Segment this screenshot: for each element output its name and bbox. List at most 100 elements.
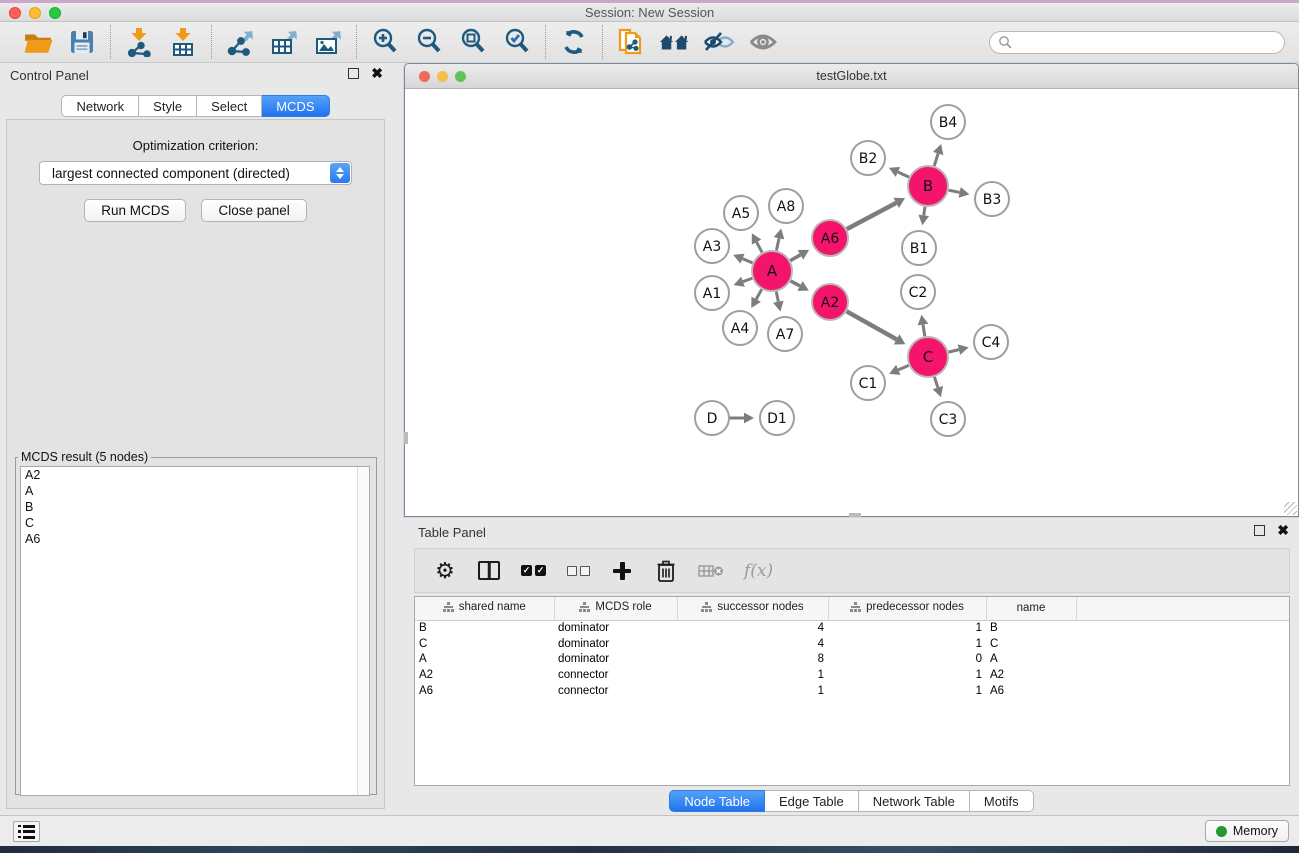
graph-node-A[interactable]: A <box>752 251 792 291</box>
splitter-handle[interactable] <box>404 432 408 444</box>
tab-style[interactable]: Style <box>139 95 197 117</box>
show-column-button[interactable] <box>477 557 501 585</box>
delete-row-button[interactable] <box>654 557 678 585</box>
graph-edge-A-A4[interactable] <box>751 289 761 308</box>
table-cell[interactable]: 1 <box>828 683 986 699</box>
table-cell[interactable]: A2 <box>986 667 1076 683</box>
graph-node-C1[interactable]: C1 <box>851 366 885 400</box>
home-button[interactable] <box>659 26 691 58</box>
graph-edge-B-B4[interactable] <box>933 144 943 166</box>
close-panel-button[interactable]: Close panel <box>201 199 306 222</box>
graph-node-A1[interactable]: A1 <box>695 276 729 310</box>
graph-edge-C-C3[interactable] <box>933 377 943 397</box>
tab-motifs[interactable]: Motifs <box>970 790 1034 812</box>
graph-node-B2[interactable]: B2 <box>851 141 885 175</box>
add-row-button[interactable] <box>610 557 634 585</box>
zoom-out-button[interactable] <box>413 26 445 58</box>
graph-node-A4[interactable]: A4 <box>723 311 757 345</box>
export-table-button[interactable] <box>268 26 300 58</box>
network-window-titlebar[interactable]: testGlobe.txt <box>405 64 1298 89</box>
graph-node-C4[interactable]: C4 <box>974 325 1008 359</box>
close-panel-icon[interactable]: ✖ <box>1277 525 1289 536</box>
column-header-successor-nodes[interactable]: successor nodes <box>677 597 828 620</box>
graph-edge-D-D1[interactable] <box>730 413 754 424</box>
graph-edge-A-A1[interactable] <box>734 277 753 287</box>
table-cell[interactable]: 4 <box>677 636 828 652</box>
table-cell[interactable]: 1 <box>677 667 828 683</box>
show-graphics-button[interactable] <box>747 26 779 58</box>
graph-edge-A-A8[interactable] <box>774 228 785 250</box>
column-header-shared-name[interactable]: shared name <box>415 597 554 620</box>
zoom-in-button[interactable] <box>369 26 401 58</box>
graph-edge-B-B2[interactable] <box>889 167 909 177</box>
table-cell[interactable]: A <box>986 652 1076 668</box>
tab-mcds[interactable]: MCDS <box>262 95 329 117</box>
export-network-button[interactable] <box>224 26 256 58</box>
table-cell[interactable]: 4 <box>677 620 828 636</box>
table-row[interactable]: Adominator80A <box>415 652 1290 668</box>
delete-table-button[interactable] <box>698 557 724 585</box>
table-cell[interactable]: connector <box>554 683 677 699</box>
table-row[interactable]: Bdominator41B <box>415 620 1290 636</box>
zoom-fit-button[interactable] <box>457 26 489 58</box>
mcds-result-item[interactable]: A6 <box>21 531 369 547</box>
mcds-result-item[interactable]: B <box>21 499 369 515</box>
memory-button[interactable]: Memory <box>1205 820 1289 842</box>
column-header-name[interactable]: name <box>986 597 1076 620</box>
table-cell[interactable]: 1 <box>828 667 986 683</box>
graph-node-A2[interactable]: A2 <box>812 284 848 320</box>
graph-node-D[interactable]: D <box>695 401 729 435</box>
graph-edge-B-B1[interactable] <box>918 207 929 225</box>
table-cell[interactable]: A6 <box>986 683 1076 699</box>
table-cell[interactable]: dominator <box>554 652 677 668</box>
graph-node-B3[interactable]: B3 <box>975 182 1009 216</box>
table-cell[interactable]: C <box>986 636 1076 652</box>
graph-node-B4[interactable]: B4 <box>931 105 965 139</box>
float-panel-icon[interactable] <box>1254 525 1265 536</box>
graph-node-A3[interactable]: A3 <box>695 229 729 263</box>
tab-node-table[interactable]: Node Table <box>669 790 765 812</box>
mcds-result-item[interactable]: A2 <box>21 467 369 483</box>
criterion-select[interactable]: largest connected component (directed) <box>39 161 352 185</box>
table-cell[interactable]: 8 <box>677 652 828 668</box>
table-cell[interactable]: 0 <box>828 652 986 668</box>
network-canvas[interactable]: AA1A2A3A4A5A6A7A8BB1B2B3B4CC1C2C3C4DD1 <box>405 89 1298 516</box>
table-cell[interactable]: A6 <box>415 683 554 699</box>
graph-edge-C-C2[interactable] <box>918 315 929 337</box>
table-cell[interactable]: 1 <box>828 636 986 652</box>
table-cell[interactable]: B <box>986 620 1076 636</box>
graph-node-D1[interactable]: D1 <box>760 401 794 435</box>
graph-node-A8[interactable]: A8 <box>769 189 803 223</box>
column-header-predecessor-nodes[interactable]: predecessor nodes <box>828 597 986 620</box>
graph-edge-A-A6[interactable] <box>790 250 809 261</box>
float-panel-icon[interactable] <box>348 68 359 79</box>
graph-edge-A6-B[interactable] <box>847 198 905 229</box>
graph-node-B[interactable]: B <box>908 166 948 206</box>
splitter-handle[interactable] <box>849 513 861 517</box>
table-cell[interactable]: A <box>415 652 554 668</box>
show-panels-button[interactable] <box>13 821 40 842</box>
column-settings-button[interactable]: ⚙ <box>433 557 457 585</box>
graph-node-A7[interactable]: A7 <box>768 317 802 351</box>
hide-unhide-button[interactable] <box>703 26 735 58</box>
graph-edge-B-B3[interactable] <box>949 187 970 198</box>
mcds-result-item[interactable]: C <box>21 515 369 531</box>
graph-node-A5[interactable]: A5 <box>724 196 758 230</box>
graph-node-B1[interactable]: B1 <box>902 231 936 265</box>
import-network-button[interactable] <box>123 26 155 58</box>
import-table-button[interactable] <box>167 26 199 58</box>
save-session-button[interactable] <box>66 26 98 58</box>
graph-edge-A-A3[interactable] <box>733 254 752 264</box>
duplicate-network-button[interactable] <box>615 26 647 58</box>
graph-edge-C-C4[interactable] <box>948 344 968 355</box>
refresh-button[interactable] <box>558 26 590 58</box>
table-cell[interactable]: 1 <box>828 620 986 636</box>
graph-node-C[interactable]: C <box>908 337 948 377</box>
mcds-result-item[interactable]: A <box>21 483 369 499</box>
tab-edge-table[interactable]: Edge Table <box>765 790 859 812</box>
table-cell[interactable]: connector <box>554 667 677 683</box>
table-cell[interactable]: 1 <box>677 683 828 699</box>
graph-node-C2[interactable]: C2 <box>901 275 935 309</box>
search-input[interactable] <box>1017 35 1276 49</box>
zoom-selected-button[interactable] <box>501 26 533 58</box>
